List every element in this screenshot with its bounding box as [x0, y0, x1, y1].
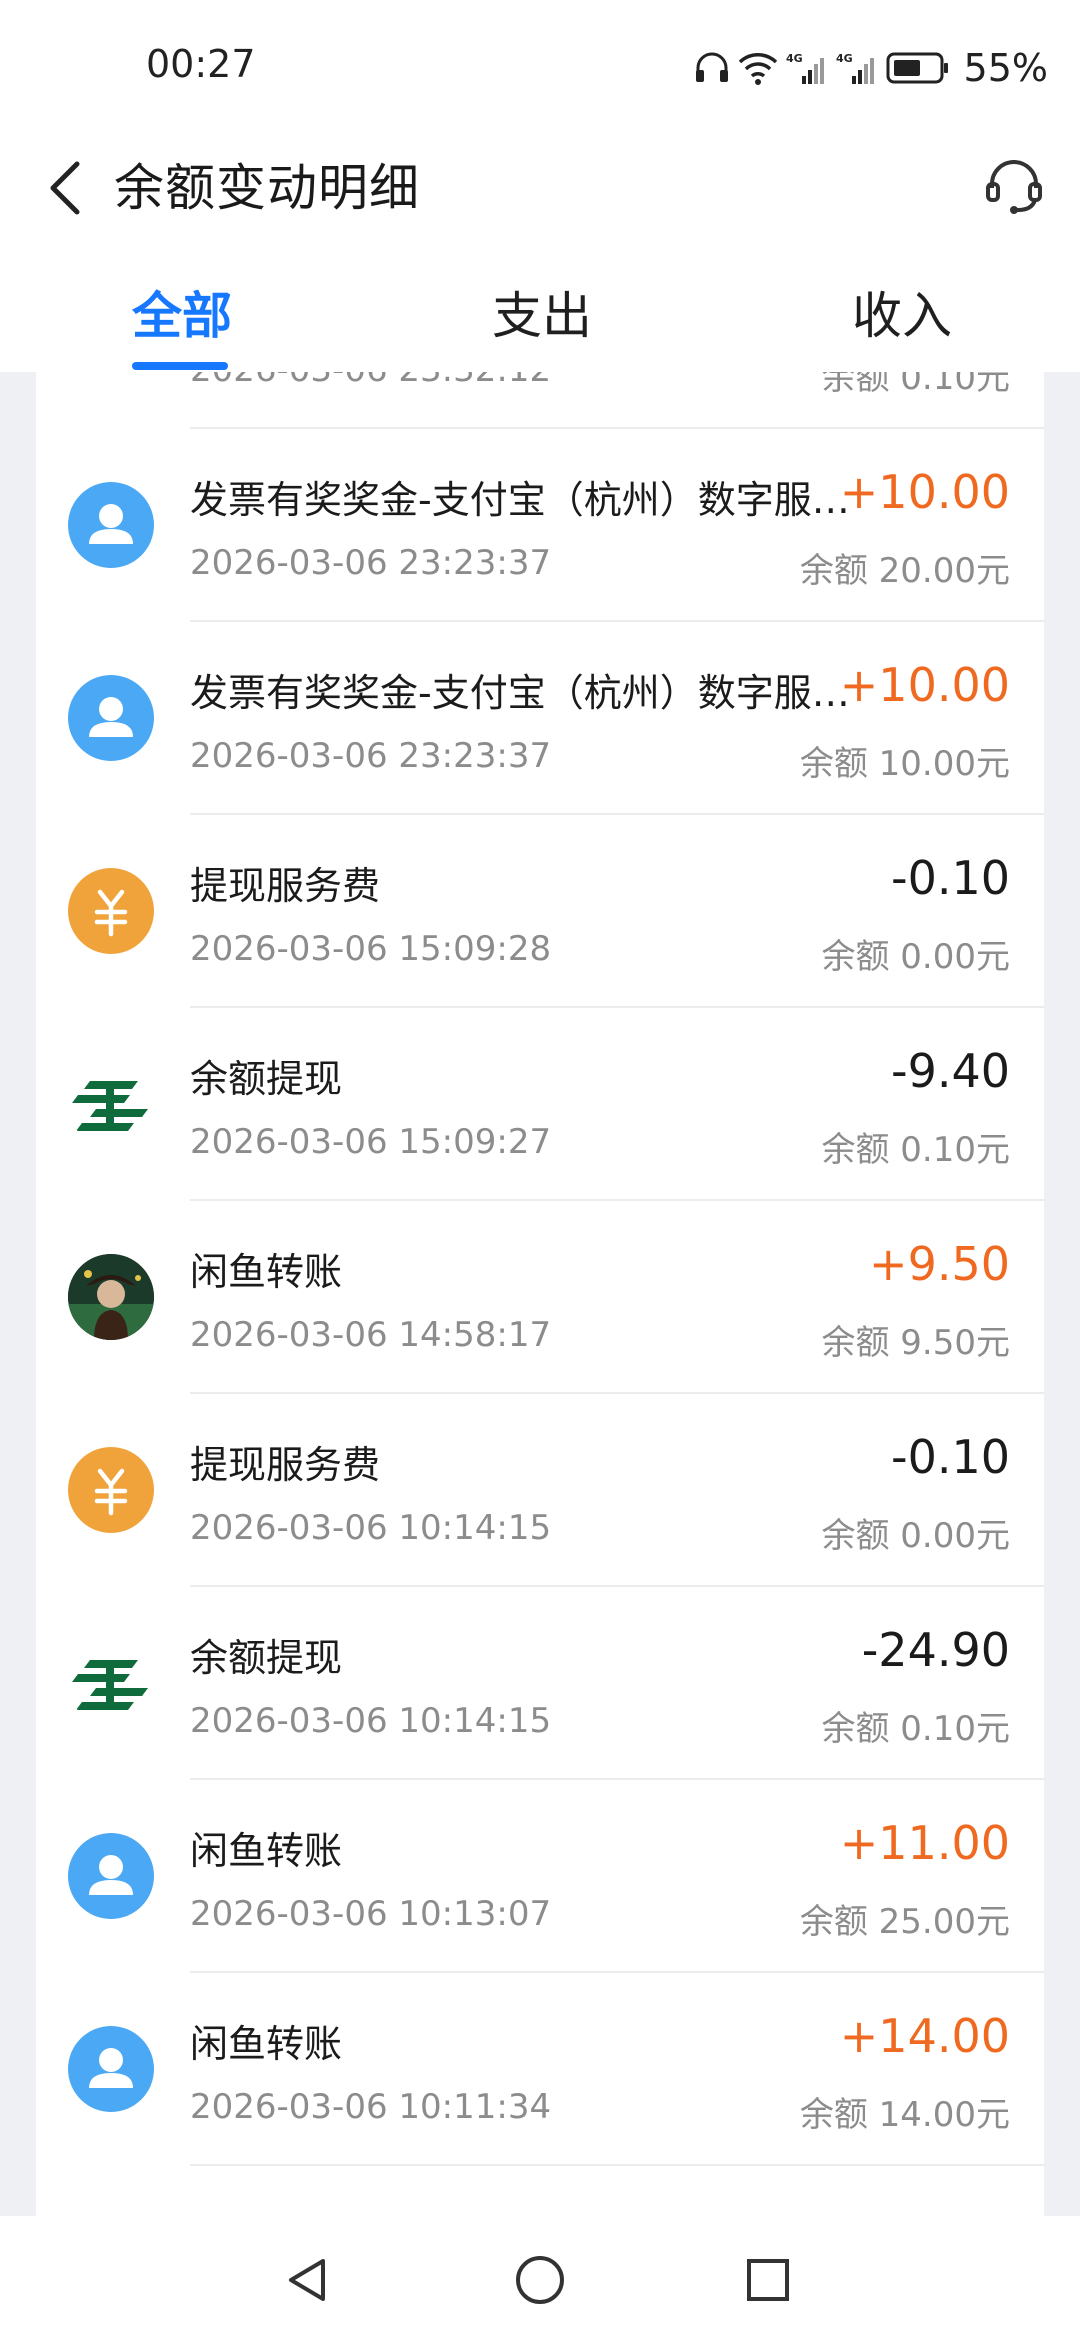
home-nav-button[interactable]: [500, 2242, 580, 2322]
transaction-date: 2026-03-06 14:58:17: [190, 1315, 552, 1355]
status-icons: 4G 4G 55%: [694, 38, 1048, 98]
transaction-date: 2026-03-06 10:14:15: [190, 1508, 552, 1548]
transaction-balance: 余额 10.00元: [799, 744, 1010, 784]
chevron-left-icon: [45, 158, 85, 222]
transaction-date: 2026-03-06 10:13:07: [190, 1894, 552, 1934]
user-icon: [68, 675, 154, 761]
transaction-amount: -24.90: [861, 1623, 1010, 1677]
transaction-amount: -0.10: [890, 1430, 1010, 1484]
transaction-balance: 余额 0.10元: [821, 1130, 1010, 1170]
back-nav-button[interactable]: [268, 2242, 348, 2322]
transaction-row[interactable]: 提现服务费: [36, 2166, 1044, 2216]
wifi-icon: [738, 50, 778, 86]
active-tab-indicator: [132, 362, 228, 370]
status-bar: 00:27 4G 4G 55%: [0, 0, 1080, 130]
transaction-balance: 余额 0.00元: [821, 937, 1010, 977]
yuan-fee-icon: [68, 868, 154, 954]
transaction-date: 2026-03-06 10:14:15: [190, 1701, 552, 1741]
transaction-row[interactable]: 余额提现 2026-03-06 15:09:27 -9.40 余额 0.10元: [36, 1008, 1044, 1201]
transaction-row[interactable]: 闲鱼转账 2026-03-06 10:11:34 +14.00 余额 14.00元: [36, 1973, 1044, 2166]
transaction-date: 2026-03-06 10:11:34: [190, 2087, 552, 2127]
transaction-name: 闲鱼转账: [190, 1250, 343, 1294]
transaction-balance: 余额 20.00元: [799, 551, 1010, 591]
signal-4g-icon: 4G: [786, 50, 828, 86]
transaction-row[interactable]: 2026-03-06 23:32:12 余额 0.10元: [36, 372, 1044, 429]
transaction-balance: 余额 14.00元: [799, 2095, 1010, 2135]
transaction-row[interactable]: 发票有奖奖金-支付宝（杭州）数字服务技术有限公司 2026-03-06 23:23…: [36, 622, 1044, 815]
status-time: 00:27: [146, 42, 256, 86]
user-icon: [68, 2026, 154, 2112]
home-nav-icon: [513, 2253, 567, 2311]
page-title: 余额变动明细: [114, 159, 420, 217]
transaction-balance: 余额 0.10元: [821, 372, 1010, 398]
transaction-name: 发票有奖奖金-支付宝（杭州）数字服务技术有限公司: [190, 478, 850, 522]
app-header: 余额变动明细: [0, 130, 1080, 250]
transaction-date: 2026-03-06 23:23:37: [190, 543, 552, 583]
transaction-list: 2026-03-06 23:32:12余额 0.10元发票有奖奖金-支付宝（杭州…: [36, 372, 1044, 2216]
transaction-date: 2026-03-06 15:09:28: [190, 929, 552, 969]
transaction-name: 余额提现: [190, 1636, 343, 1680]
tab-all[interactable]: 全部: [132, 276, 232, 348]
transaction-name: 余额提现: [190, 1057, 343, 1101]
user-icon: [68, 482, 154, 568]
transaction-date: 2026-03-06 15:09:27: [190, 1122, 552, 1162]
transaction-row[interactable]: 提现服务费 2026-03-06 10:14:15 -0.10 余额 0.00元: [36, 1394, 1044, 1587]
filter-tabs: 全部 支出 收入: [0, 250, 1080, 372]
transaction-name: 提现服务费: [190, 2206, 850, 2216]
svg-text:4G: 4G: [786, 52, 803, 65]
transaction-name: 发票有奖奖金-支付宝（杭州）数字服务技术有限公司: [190, 671, 850, 715]
back-nav-icon: [283, 2255, 333, 2309]
tab-income[interactable]: 收入: [852, 276, 952, 348]
battery-icon: [886, 51, 950, 85]
recents-nav-icon: [743, 2255, 793, 2309]
transaction-card: 2026-03-06 23:32:12余额 0.10元发票有奖奖金-支付宝（杭州…: [36, 372, 1044, 2216]
headphones-icon: [694, 50, 730, 86]
user-icon: [68, 1833, 154, 1919]
transaction-name: 提现服务费: [190, 1443, 381, 1487]
post-icon: [68, 1061, 154, 1147]
back-button[interactable]: [30, 150, 100, 230]
transaction-balance: 余额 0.00元: [821, 1516, 1010, 1556]
transaction-balance: 余额 0.10元: [821, 1709, 1010, 1749]
battery-percent: 55%: [963, 46, 1048, 90]
transaction-amount: +9.50: [869, 1237, 1010, 1291]
post-icon: [68, 372, 154, 375]
transaction-row[interactable]: 闲鱼转账 2026-03-06 14:58:17 +9.50 余额 9.50元: [36, 1201, 1044, 1394]
photo-avatar: [68, 1254, 154, 1340]
transaction-name: 提现服务费: [190, 864, 381, 908]
transaction-list-area[interactable]: 2026-03-06 23:32:12余额 0.10元发票有奖奖金-支付宝（杭州…: [0, 372, 1080, 2216]
post-icon: [68, 1640, 154, 1726]
transaction-row[interactable]: 提现服务费 2026-03-06 15:09:28 -0.10 余额 0.00元: [36, 815, 1044, 1008]
transaction-row[interactable]: 闲鱼转账 2026-03-06 10:13:07 +11.00 余额 25.00元: [36, 1780, 1044, 1973]
transaction-row[interactable]: 余额提现 2026-03-06 10:14:15 -24.90 余额 0.10元: [36, 1587, 1044, 1780]
transaction-name: 闲鱼转账: [190, 1829, 343, 1873]
transaction-row[interactable]: 发票有奖奖金-支付宝（杭州）数字服务技术有限公司 2026-03-06 23:23…: [36, 429, 1044, 622]
transaction-balance: 余额 25.00元: [799, 1902, 1010, 1942]
yuan-fee-icon: [68, 1447, 154, 1533]
transaction-date: 2026-03-06 23:32:12: [190, 372, 551, 390]
tab-expense[interactable]: 支出: [492, 276, 592, 348]
transaction-amount: -0.10: [890, 851, 1010, 905]
transaction-date: 2026-03-06 23:23:37: [190, 736, 552, 776]
transaction-amount: +10.00: [839, 658, 1010, 712]
transaction-name: 闲鱼转账: [190, 2022, 343, 2066]
recents-nav-button[interactable]: [728, 2242, 808, 2322]
headset-service-icon: [982, 154, 1046, 222]
transaction-amount: +14.00: [839, 2009, 1010, 2063]
signal-4g-icon-2: 4G: [836, 50, 878, 86]
transaction-amount: -9.40: [890, 1044, 1010, 1098]
transaction-amount: +10.00: [839, 465, 1010, 519]
system-nav-bar: [0, 2216, 1080, 2340]
transaction-amount: +11.00: [839, 1816, 1010, 1870]
transaction-balance: 余额 9.50元: [821, 1323, 1010, 1363]
svg-text:4G: 4G: [836, 52, 853, 65]
customer-service-button[interactable]: [976, 150, 1052, 226]
